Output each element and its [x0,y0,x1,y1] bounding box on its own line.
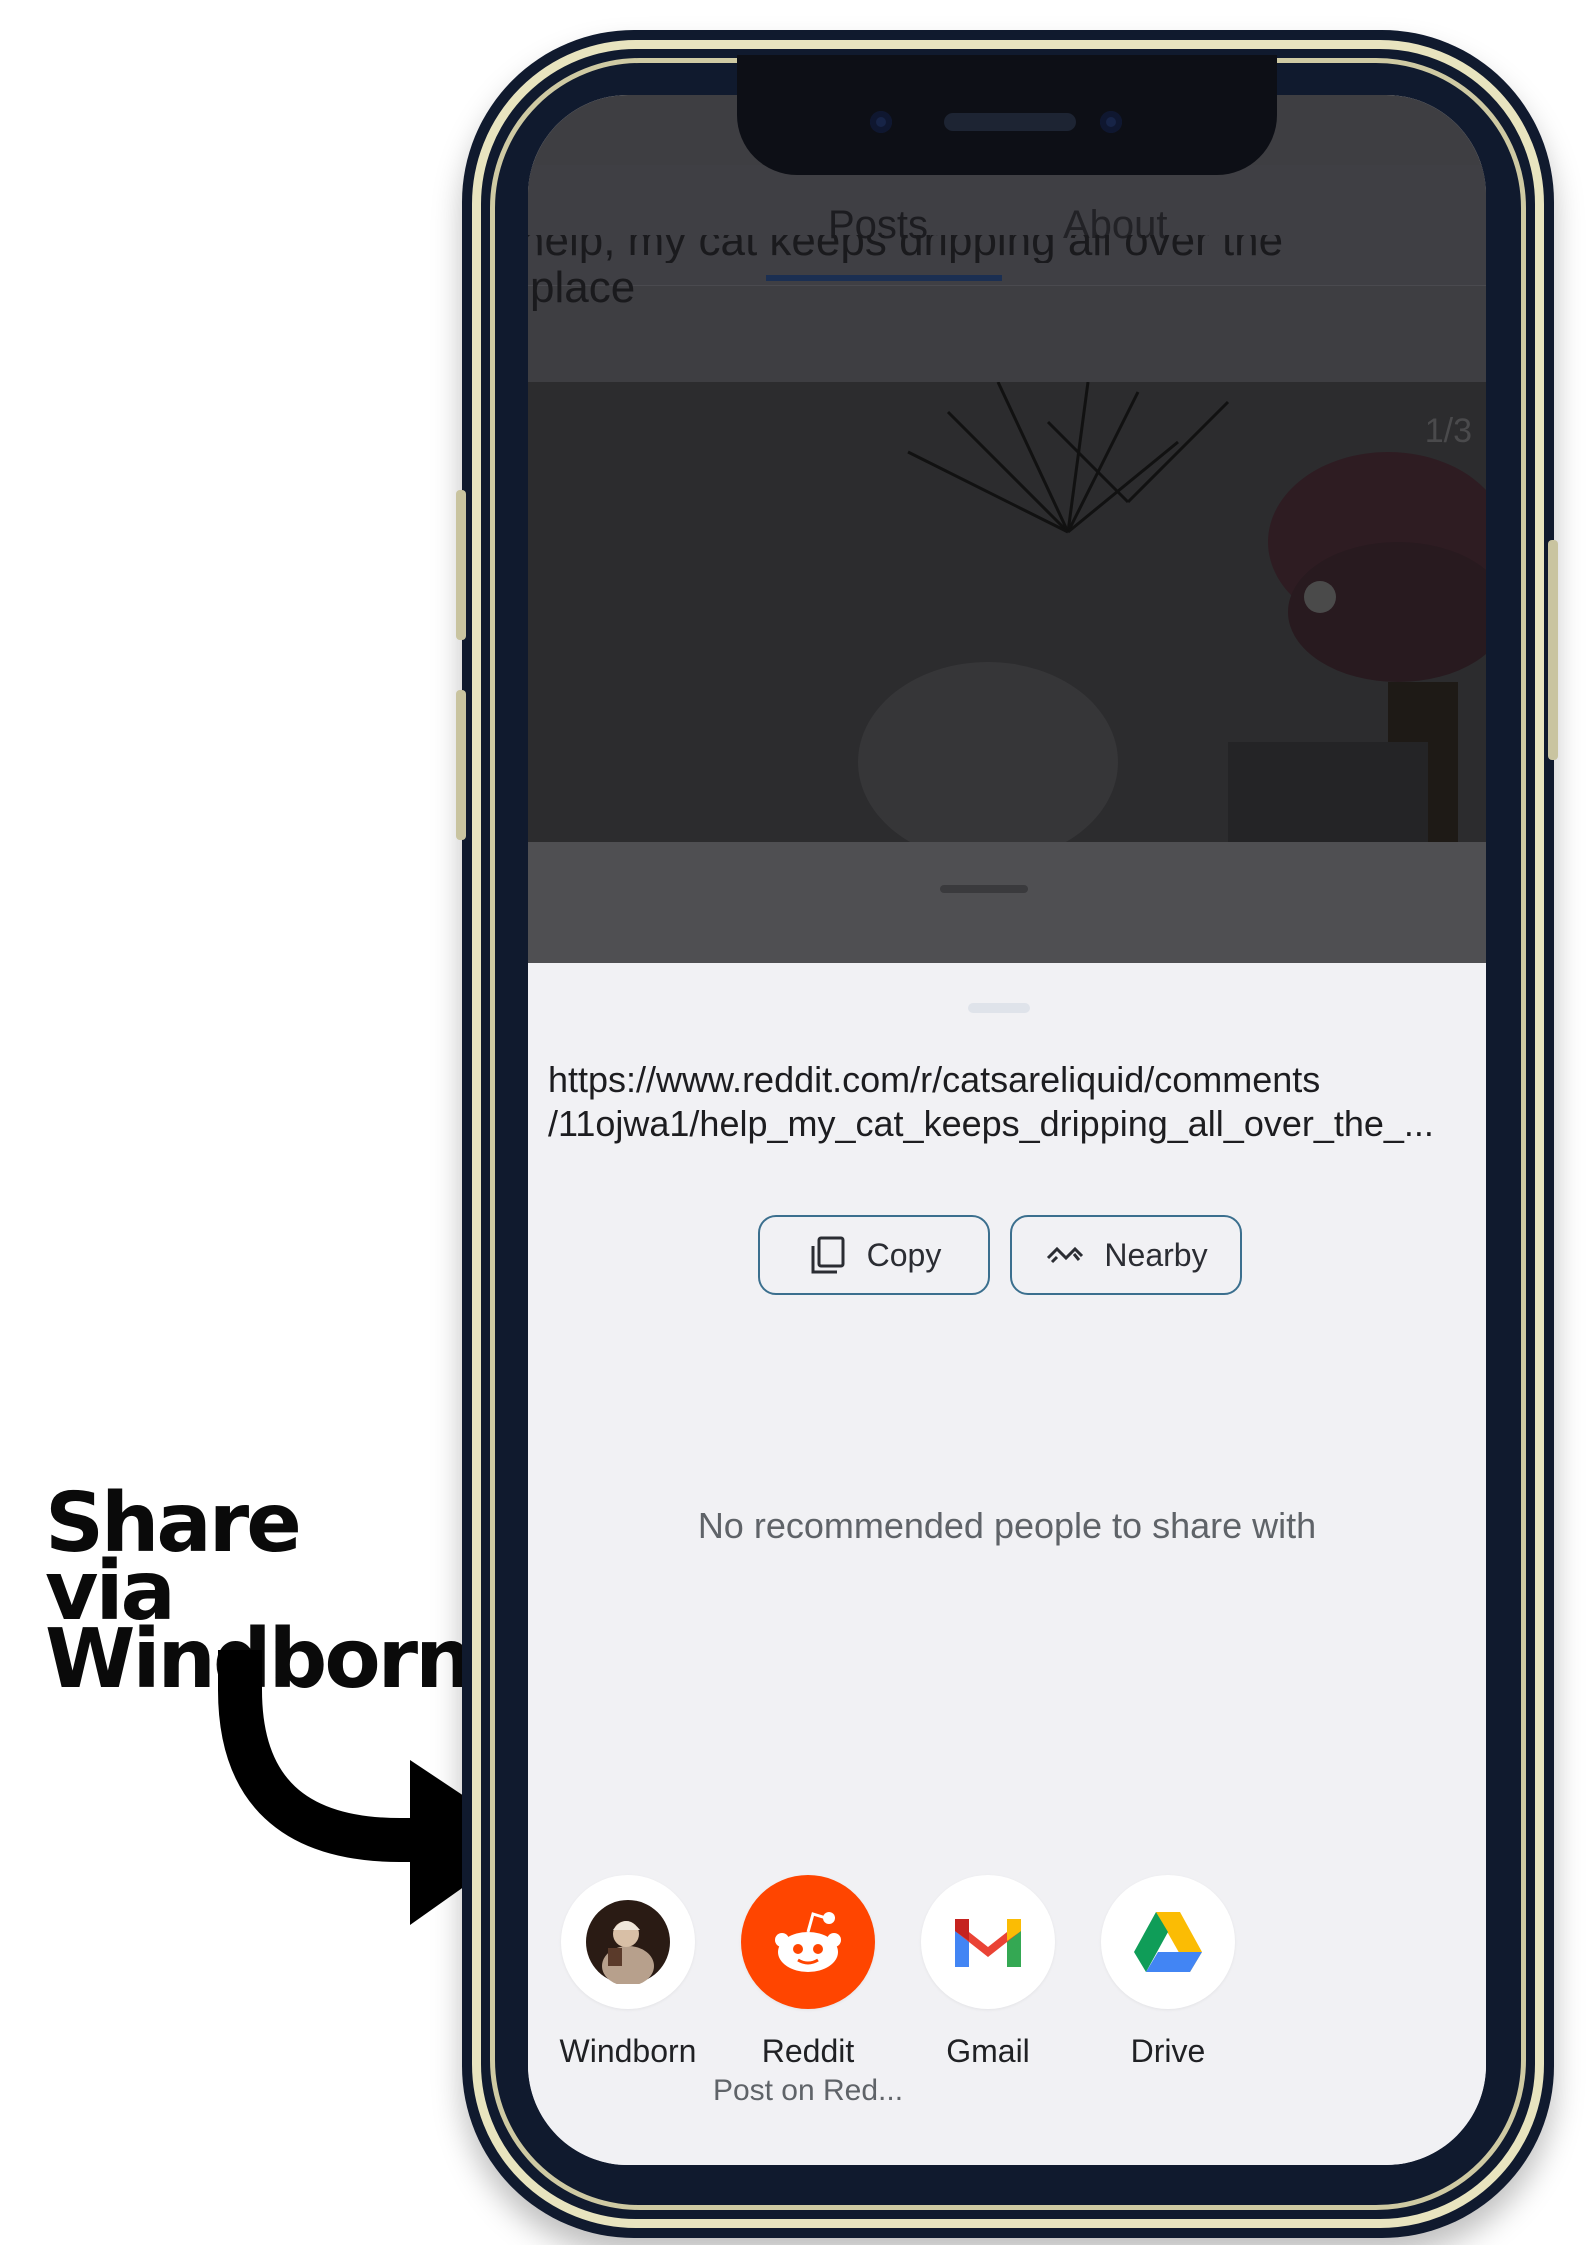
gmail-icon [921,1875,1055,2009]
volume-up-button [456,490,466,640]
app-target-windborn[interactable]: Windborn [528,1875,728,2070]
app-label-reddit: Reddit [761,2033,855,2069]
no-recommended-people: No recommended people to share with [697,1505,1317,1546]
drive-icon [1101,1875,1235,2009]
scrim-handle [940,885,1028,893]
windborn-avatar-icon [561,1875,695,2009]
copy-icon [811,1236,845,1274]
phone-screen: Posts About help, my cat keeps dripping … [528,95,1486,2165]
earpiece-speaker [944,113,1076,131]
sheet-drag-handle[interactable] [968,1003,1030,1013]
post-title-line-1: help, my cat keeps dripping all over the [528,235,1284,263]
app-target-gmail[interactable]: Gmail [888,1875,1088,2070]
app-label-windborn: Windborn [559,2033,697,2069]
share-url: https://www.reddit.com/r/catsareliquid/c… [548,1058,1468,1146]
scrim-sheet [528,842,1486,972]
reddit-icon [741,1875,875,2009]
front-camera-right [1100,111,1122,133]
share-url-line-1: https://www.reddit.com/r/catsareliquid/c… [548,1059,1321,1100]
power-button [1548,540,1558,760]
front-camera-left [870,111,892,133]
share-url-line-2: /11ojwa1/help_my_cat_keeps_dripping_all_… [548,1103,1434,1144]
nearby-label: Nearby [1104,1236,1208,1273]
post-title-line-2: place [530,263,636,312]
post-image: 1/3 [528,382,1486,842]
image-counter: 1/3 [1424,412,1472,450]
post-image-art [528,382,1486,842]
volume-down-button [456,690,466,840]
nearby-button[interactable]: Nearby [1010,1215,1242,1295]
app-target-reddit[interactable]: Reddit Post on Red... [708,1875,908,2108]
copy-label: Copy [866,1236,942,1273]
copy-button[interactable]: Copy [758,1215,990,1295]
background-app: Posts About help, my cat keeps dripping … [528,95,1486,972]
app-label-gmail: Gmail [946,2033,1030,2069]
app-label-drive: Drive [1130,2033,1206,2069]
share-sheet: https://www.reddit.com/r/catsareliquid/c… [528,963,1486,2165]
post-title: help, my cat keeps dripping all over the… [528,235,1283,313]
app-target-drive[interactable]: Drive [1068,1875,1268,2070]
app-sublabel-reddit: Post on Red... [712,2074,904,2107]
nearby-icon [1047,1246,1084,1264]
